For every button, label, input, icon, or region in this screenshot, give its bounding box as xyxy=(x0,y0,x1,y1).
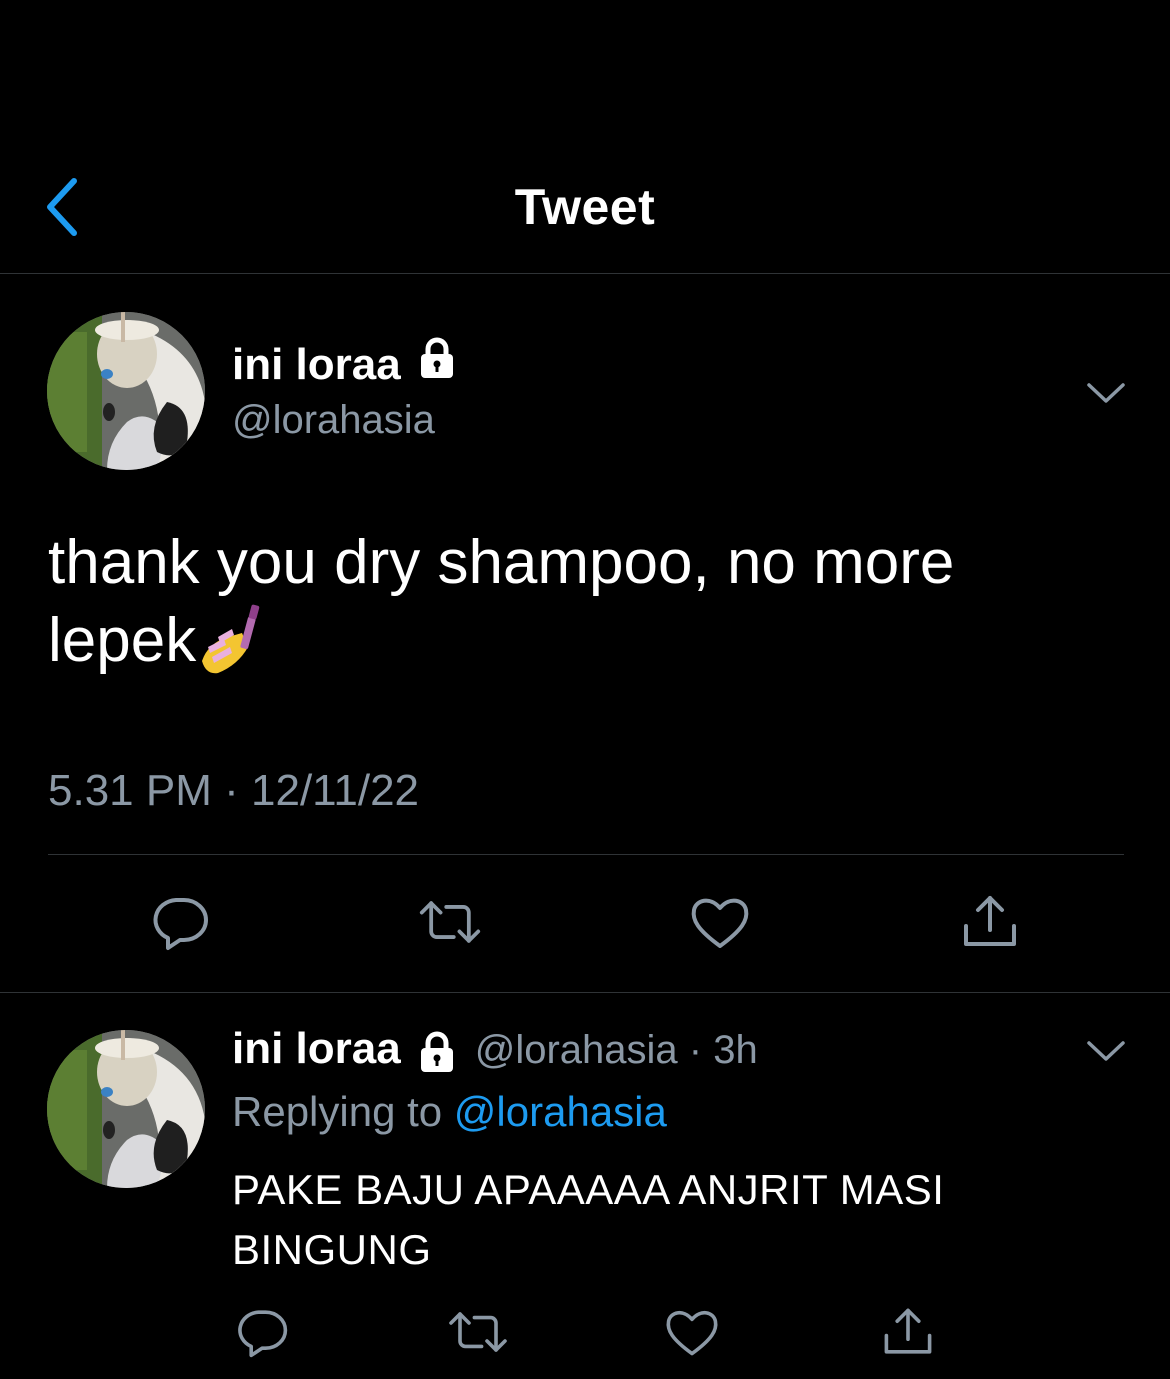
reply-avatar[interactable] xyxy=(47,1030,205,1188)
tweet-date: 12/11/22 xyxy=(251,766,420,815)
avatar[interactable] xyxy=(47,312,205,470)
reply-author-name[interactable]: ini loraa xyxy=(232,1024,401,1073)
reply-avatar-photo xyxy=(47,1030,205,1188)
chevron-down-icon xyxy=(1087,383,1125,403)
more-options-button[interactable] xyxy=(1086,380,1126,406)
replying-to: Replying to @lorahasia xyxy=(232,1088,667,1136)
lock-icon xyxy=(415,1030,459,1079)
reply-reply-button[interactable] xyxy=(230,1300,294,1364)
replying-prefix: Replying to xyxy=(232,1088,443,1135)
tweet-text-content: thank you dry shampoo, no more lepek xyxy=(48,528,955,675)
meta-separator: · xyxy=(224,766,239,815)
reply-icon xyxy=(153,898,208,950)
header-divider xyxy=(0,273,1170,274)
reply-meta-separator: · xyxy=(688,1028,703,1072)
page-title: Tweet xyxy=(514,179,656,235)
nail-polish-emoji xyxy=(198,603,260,694)
author-name-text: ini loraa xyxy=(232,340,401,390)
tweet-time: 5.31 PM xyxy=(48,766,212,815)
reply-header: ini loraa @lorahasia · 3h xyxy=(232,1024,758,1083)
like-button[interactable] xyxy=(688,890,752,954)
tweet-divider xyxy=(48,854,1124,855)
lock-icon xyxy=(415,336,459,391)
share-icon xyxy=(964,896,1016,946)
reply-retweet-button[interactable] xyxy=(446,1300,510,1364)
author-handle[interactable]: @lorahasia xyxy=(232,398,435,443)
share-icon xyxy=(884,1308,932,1354)
reply-more-options-button[interactable] xyxy=(1086,1038,1126,1064)
retweet-icon xyxy=(449,1312,507,1352)
thread-divider xyxy=(0,992,1170,993)
reply-button[interactable] xyxy=(148,890,212,954)
retweet-button[interactable] xyxy=(418,890,482,954)
tweet-text: thank you dry shampoo, no more lepek xyxy=(48,524,1108,694)
chevron-down-icon xyxy=(1087,1041,1125,1061)
like-icon xyxy=(666,1311,718,1356)
avatar-photo xyxy=(47,312,205,470)
reply-meta: @lorahasia · 3h xyxy=(475,1028,758,1072)
replying-mention-link[interactable]: @lorahasia xyxy=(454,1088,667,1135)
author-name[interactable]: ini loraa xyxy=(232,337,459,395)
reply-like-button[interactable] xyxy=(660,1300,724,1364)
retweet-icon xyxy=(419,901,481,943)
reply-handle[interactable]: @lorahasia xyxy=(475,1028,678,1072)
share-button[interactable] xyxy=(958,890,1022,954)
reply-text: PAKE BAJU APAAAAA ANJRIT MASI BINGUNG xyxy=(232,1166,945,1273)
reply-icon xyxy=(238,1310,288,1358)
like-icon xyxy=(691,898,749,948)
reply-share-button[interactable] xyxy=(876,1300,940,1364)
tweet-timestamp: 5.31 PM · 12/11/22 xyxy=(48,766,419,816)
reply-age: 3h xyxy=(713,1028,758,1072)
